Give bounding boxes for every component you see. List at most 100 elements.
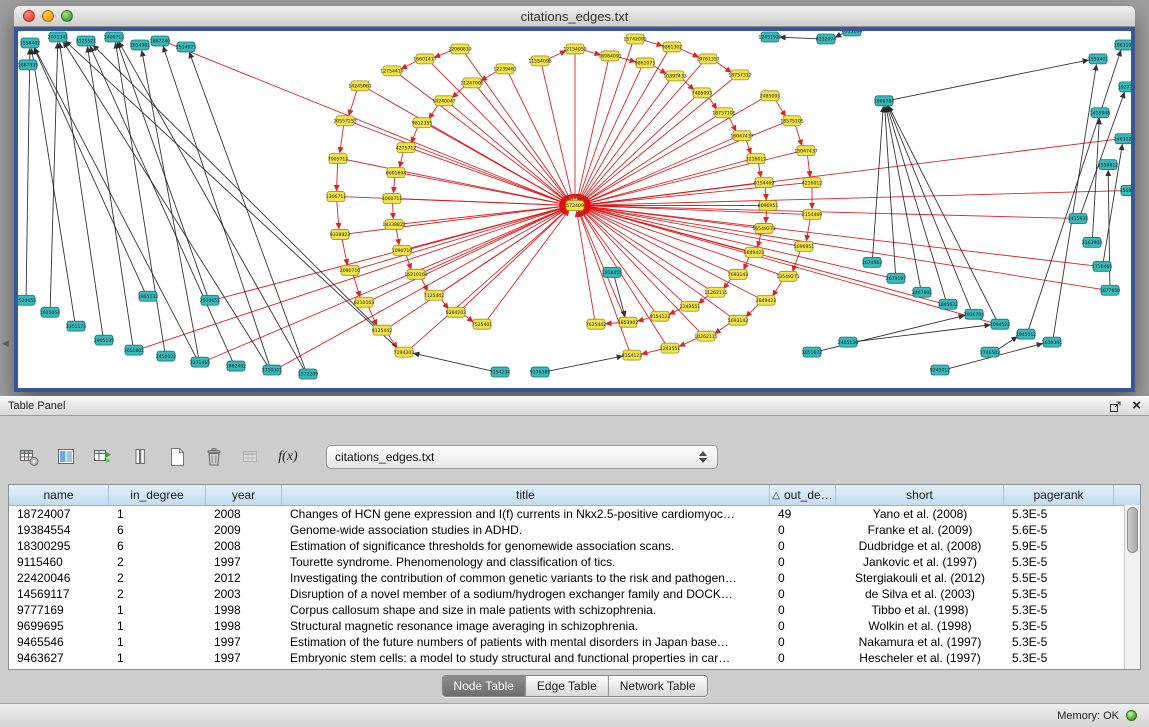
float-panel-icon[interactable] xyxy=(1109,400,1122,413)
table-row[interactable]: 969969511998Structural magnetic resonanc… xyxy=(9,618,1140,634)
graph-node[interactable]: 3351173 xyxy=(66,321,87,331)
citation-edge-red[interactable] xyxy=(431,62,568,201)
citation-edge-red[interactable] xyxy=(142,207,566,348)
graph-node[interactable]: 5693143 xyxy=(728,315,749,325)
column-header-out_degree[interactable]: △out_de… xyxy=(770,485,836,505)
citation-edge-red[interactable] xyxy=(758,233,761,247)
graph-node[interactable]: 18575105 xyxy=(780,116,803,126)
citation-edge-red[interactable] xyxy=(465,53,569,201)
table-row[interactable]: 1938455462009Genome-wide association stu… xyxy=(9,522,1140,538)
graph-node[interactable]: 20557253 xyxy=(333,116,356,126)
citation-edge-black[interactable] xyxy=(142,51,199,357)
graph-node[interactable]: 1090710 xyxy=(392,245,413,255)
graph-node[interactable]: 7154234 xyxy=(490,367,511,377)
graph-node[interactable]: 16047437 xyxy=(730,131,753,141)
graph-node[interactable]: 22060819 xyxy=(448,44,471,54)
citation-edge-red[interactable] xyxy=(394,178,395,193)
citation-edge-black[interactable] xyxy=(1053,65,1096,337)
graph-node[interactable]: 1572209 xyxy=(298,369,319,379)
graph-node[interactable]: 12754419 xyxy=(380,66,403,76)
graph-node[interactable]: 1094522 xyxy=(990,319,1011,329)
citation-edge-red[interactable] xyxy=(766,210,767,222)
graph-node[interactable]: 16210163 xyxy=(404,269,427,279)
table-selector-dropdown[interactable]: citations_edges.txt xyxy=(326,445,718,469)
citation-edge-red[interactable] xyxy=(744,256,749,269)
citation-edge-black[interactable] xyxy=(93,45,376,327)
graph-node[interactable]: 7625442 xyxy=(586,319,607,329)
citation-edge-black[interactable] xyxy=(548,356,622,371)
citation-edge-black[interactable] xyxy=(856,325,990,342)
citation-edge-red[interactable] xyxy=(585,207,993,323)
citation-edge-red[interactable] xyxy=(340,126,344,153)
graph-node[interactable]: 2090710 xyxy=(340,265,361,275)
graph-node[interactable]: 1243551 xyxy=(660,343,681,353)
citation-edge-red[interactable] xyxy=(579,67,641,200)
table-settings-icon[interactable] xyxy=(14,442,44,472)
graph-node[interactable]: 1966784 xyxy=(874,96,895,106)
citation-edge-black[interactable] xyxy=(189,53,305,370)
graph-node[interactable]: 7693143 xyxy=(728,269,749,279)
tab-node-table[interactable]: Node Table xyxy=(442,676,526,696)
rows-icon[interactable] xyxy=(125,442,155,472)
citation-edge-black[interactable] xyxy=(59,43,102,335)
citation-edge-black[interactable] xyxy=(119,42,304,370)
table-row[interactable]: 946362711997Embryonic stem cells: a mode… xyxy=(9,650,1140,666)
citation-edge-red[interactable] xyxy=(773,280,783,296)
function-builder-icon[interactable]: f(x) xyxy=(273,442,303,472)
graph-node[interactable]: 9176365 xyxy=(530,367,551,377)
table-row[interactable]: 911546021997Tourette syndrome. Phenomeno… xyxy=(9,554,1140,570)
citation-edge-red[interactable] xyxy=(411,127,417,143)
graph-node[interactable]: 1559401 xyxy=(1088,54,1109,64)
citation-edge-red[interactable] xyxy=(775,100,785,117)
citation-edge-black[interactable] xyxy=(887,107,946,300)
citation-edge-red[interactable] xyxy=(578,44,632,200)
graph-node[interactable]: 1674963 xyxy=(862,257,883,267)
citation-edge-red[interactable] xyxy=(585,207,888,277)
graph-node[interactable]: 1746503 xyxy=(980,347,1001,357)
graph-node[interactable]: 1867240 xyxy=(150,36,171,46)
table-vertical-scrollbar[interactable] xyxy=(1124,505,1140,669)
citation-edge-red[interactable] xyxy=(348,206,565,234)
citation-edge-black[interactable] xyxy=(892,60,1088,100)
column-header-title[interactable]: title xyxy=(282,485,770,505)
graph-node[interactable]: 1862402 xyxy=(226,361,247,371)
citation-edge-red[interactable] xyxy=(450,104,567,202)
scrollbar-thumb[interactable] xyxy=(1127,507,1138,553)
citation-edge-red[interactable] xyxy=(358,207,566,269)
citation-edge-red[interactable] xyxy=(581,80,670,201)
graph-node[interactable]: 16549271 xyxy=(752,223,775,233)
citation-edge-red[interactable] xyxy=(389,209,567,328)
graph-node[interactable]: 1925054 xyxy=(40,307,61,317)
citation-edge-red[interactable] xyxy=(729,117,736,131)
citation-edge-black[interactable] xyxy=(414,353,492,371)
graph-node[interactable]: 14240047 xyxy=(432,96,455,106)
graph-node[interactable]: 1863102 xyxy=(1114,40,1131,50)
graph-node[interactable]: 2654981 xyxy=(130,40,151,50)
citation-edge-red[interactable] xyxy=(400,152,403,167)
graph-node[interactable]: 2450122 xyxy=(156,351,177,361)
graph-node[interactable]: 11554098 xyxy=(528,56,551,66)
graph-node[interactable]: 9154469 xyxy=(754,178,775,188)
graph-node[interactable]: 2520655 xyxy=(18,295,36,305)
graph-node[interactable]: 6601694 xyxy=(386,168,407,178)
citation-edge-black[interactable] xyxy=(163,47,269,366)
table-row[interactable]: 1830029562008Estimation of significance … xyxy=(9,538,1140,554)
graph-node[interactable]: 1845622 xyxy=(938,299,959,309)
graph-node[interactable]: 9812355 xyxy=(412,118,433,128)
graph-node[interactable]: 9294203 xyxy=(446,307,467,317)
graph-node[interactable]: 1905132 xyxy=(138,291,159,301)
graph-node[interactable]: 3467891 xyxy=(912,287,933,297)
graph-node[interactable]: 7905712 xyxy=(328,154,349,164)
graph-node[interactable]: 1927743 xyxy=(1118,82,1131,92)
graph-node[interactable]: 8132074 xyxy=(816,34,837,44)
table-row[interactable]: 977716911998Corpus callosum shape and si… xyxy=(9,602,1140,618)
citation-edge-red[interactable] xyxy=(584,98,763,202)
graph-node[interactable]: 15742099 xyxy=(623,34,646,44)
graph-node[interactable]: 1559812 xyxy=(1098,160,1119,170)
citation-network-graph[interactable]: 5724091155409812154059169840919861073103… xyxy=(18,31,1131,388)
graph-node[interactable]: 3216012 xyxy=(746,154,767,164)
graph-node[interactable]: 1918455 xyxy=(602,267,623,277)
graph-node[interactable]: 6210163 xyxy=(354,297,375,307)
citation-edge-red[interactable] xyxy=(429,104,438,118)
graph-node[interactable]: 5096951 xyxy=(794,241,815,251)
